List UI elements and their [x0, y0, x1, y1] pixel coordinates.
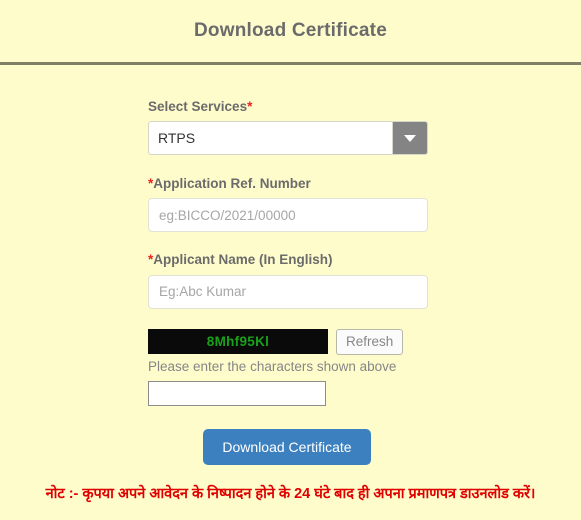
select-services-label-text: Select Services	[148, 99, 248, 114]
download-certificate-button[interactable]: Download Certificate	[203, 428, 371, 465]
applicant-name-input[interactable]	[148, 274, 428, 309]
applicant-name-label-text: Applicant Name (In English)	[153, 252, 333, 268]
application-ref-input[interactable]	[148, 198, 428, 233]
captcha-input[interactable]	[148, 380, 326, 406]
applicant-name-label: *Applicant Name (In English)	[148, 252, 428, 268]
select-services-label: Select Services*	[148, 99, 428, 115]
application-ref-label-text: Application Ref. Number	[153, 176, 311, 192]
page-header: Download Certificate	[0, 0, 581, 62]
captcha-image: 8Mhf95Kl	[148, 329, 328, 355]
service-select[interactable]: RTPS	[148, 121, 428, 156]
captcha-hint: Please enter the characters shown above	[148, 358, 397, 374]
submit-row: Download Certificate	[148, 428, 428, 465]
captcha-row: 8Mhf95Kl Refresh	[148, 328, 428, 355]
download-certificate-form: Select Services* RTPS *Application Ref. …	[0, 65, 581, 465]
refresh-captcha-button[interactable]: Refresh	[336, 328, 404, 355]
page-title: Download Certificate	[194, 20, 387, 41]
captcha-code: 8Mhf95Kl	[206, 334, 270, 350]
caret-shape	[404, 134, 416, 142]
chevron-down-icon[interactable]	[392, 122, 427, 155]
footer-note: नोट :- कृपया अपने आवेदन के निष्पादन होने…	[45, 486, 536, 502]
application-ref-label: *Application Ref. Number	[148, 176, 428, 192]
required-asterisk: *	[247, 99, 253, 114]
service-select-value[interactable]: RTPS	[149, 122, 392, 154]
